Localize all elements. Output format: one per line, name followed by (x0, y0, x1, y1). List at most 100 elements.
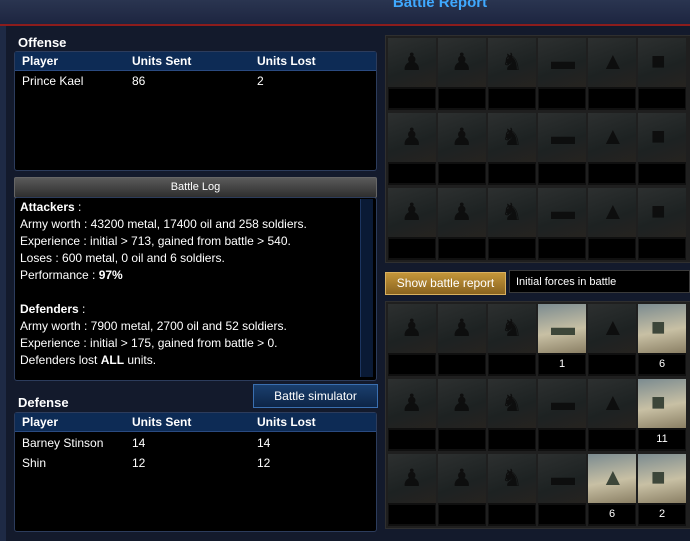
unit-slot[interactable]: ♞ (488, 304, 536, 376)
unit-slot[interactable]: ▲ (588, 113, 636, 185)
unit-slot[interactable]: ♟ (438, 379, 486, 451)
unit-image: ▬ (538, 113, 586, 162)
unit-count (489, 355, 535, 374)
unit-slot[interactable]: ♞ (488, 113, 536, 185)
title-bar: Battle Report (0, 0, 690, 26)
rifleman-icon: ♟ (401, 49, 423, 76)
artillery-icon: ▲ (601, 198, 625, 225)
unit-slot[interactable]: ♟ (438, 304, 486, 376)
tank-icon: ▬ (551, 48, 575, 75)
bazooka-icon: ♞ (501, 199, 523, 226)
battle-log-scrollbar[interactable] (360, 199, 373, 377)
unit-image: ♞ (488, 188, 536, 237)
unit-count (539, 164, 585, 183)
offense-row-player: Prince Kael (22, 74, 84, 88)
unit-slot[interactable]: ▬ (538, 38, 586, 110)
unit-slot[interactable]: ♟ (438, 113, 486, 185)
unit-slot[interactable]: ■ 6 (638, 304, 686, 376)
attackers-line-army: Army worth : 43200 metal, 17400 oil and … (20, 217, 307, 231)
rifleman-icon: ♟ (401, 465, 423, 492)
rifleman-icon: ♟ (401, 124, 423, 151)
unit-slot[interactable]: ▬ (538, 379, 586, 451)
soldier-icon: ♟ (451, 315, 473, 342)
unit-image: ♟ (438, 113, 486, 162)
unit-slot[interactable]: ♞ (488, 454, 536, 526)
unit-image: ♟ (438, 454, 486, 503)
unit-count (639, 239, 685, 258)
unit-slot[interactable]: ♟ (388, 113, 436, 185)
truck-icon: ■ (651, 389, 666, 416)
unit-slot[interactable]: ♟ (388, 379, 436, 451)
unit-image: ♟ (388, 38, 436, 87)
unit-slot[interactable]: ♞ (488, 379, 536, 451)
unit-slot[interactable]: ♟ (388, 188, 436, 260)
unit-slot[interactable]: ■ (638, 38, 686, 110)
soldier-icon: ♟ (451, 390, 473, 417)
tank-icon: ▬ (551, 314, 575, 341)
unit-slot[interactable]: ♞ (488, 188, 536, 260)
unit-slot[interactable]: ■ 11 (638, 379, 686, 451)
artillery-icon: ▲ (601, 123, 625, 150)
unit-image: ▲ (588, 113, 636, 162)
attackers-line-experience: Experience : initial > 713, gained from … (20, 234, 291, 248)
bazooka-icon: ♞ (501, 315, 523, 342)
unit-count (439, 505, 485, 524)
unit-count (639, 164, 685, 183)
unit-count: 6 (589, 505, 635, 524)
unit-image: ▬ (538, 454, 586, 503)
forces-select[interactable]: Initial forces in battle (509, 270, 690, 293)
soldier-icon: ♟ (451, 49, 473, 76)
unit-slot[interactable]: ▬ (538, 113, 586, 185)
show-battle-report-button[interactable]: Show battle report (385, 272, 506, 295)
unit-count (589, 430, 635, 449)
battle-simulator-button[interactable]: Battle simulator (253, 384, 378, 408)
unit-slot[interactable]: ▬ (538, 188, 586, 260)
unit-slot[interactable]: ♟ (438, 454, 486, 526)
defense-label: Defense (18, 395, 69, 410)
offense-header-player: Player (22, 54, 59, 68)
unit-slot[interactable]: ▬ (538, 454, 586, 526)
unit-slot[interactable]: ■ 2 (638, 454, 686, 526)
unit-slot[interactable]: ▲ (588, 188, 636, 260)
unit-slot[interactable]: ▲ (588, 304, 636, 376)
unit-image: ▬ (538, 38, 586, 87)
unit-image: ♞ (488, 38, 536, 87)
artillery-icon: ▲ (601, 314, 625, 341)
unit-image: ♟ (388, 454, 436, 503)
unit-slot[interactable]: ♞ (488, 38, 536, 110)
unit-image: ♟ (388, 379, 436, 428)
page-title: Battle Report (392, 0, 488, 11)
unit-count (389, 355, 435, 374)
bazooka-icon: ♞ (501, 390, 523, 417)
artillery-icon: ▲ (601, 389, 625, 416)
unit-slot[interactable]: ▲ 6 (588, 454, 636, 526)
unit-image: ♟ (438, 379, 486, 428)
unit-slot[interactable]: ♟ (438, 188, 486, 260)
rifleman-icon: ♟ (401, 390, 423, 417)
unit-count (489, 239, 535, 258)
unit-slot[interactable]: ♟ (438, 38, 486, 110)
unit-slot[interactable]: ♟ (388, 454, 436, 526)
unit-image: ▲ (588, 454, 636, 503)
unit-image: ♞ (488, 379, 536, 428)
unit-count (539, 505, 585, 524)
unit-image: ♟ (438, 38, 486, 87)
soldier-icon: ♟ (451, 124, 473, 151)
unit-slot[interactable]: ■ (638, 188, 686, 260)
unit-count (489, 505, 535, 524)
offense-row-lost: 2 (257, 74, 264, 88)
unit-count (489, 89, 535, 108)
offense-header-lost: Units Lost (257, 54, 316, 68)
unit-count (439, 355, 485, 374)
unit-slot[interactable]: ♟ (388, 38, 436, 110)
artillery-icon: ▲ (601, 48, 625, 75)
unit-slot[interactable]: ▲ (588, 38, 636, 110)
unit-slot[interactable]: ♟ (388, 304, 436, 376)
tank-icon: ▬ (551, 198, 575, 225)
unit-image: ▲ (588, 188, 636, 237)
unit-image: ♟ (388, 113, 436, 162)
unit-slot[interactable]: ■ (638, 113, 686, 185)
unit-slot[interactable]: ▲ (588, 379, 636, 451)
unit-slot[interactable]: ▬ 1 (538, 304, 586, 376)
unit-image: ▬ (538, 304, 586, 353)
